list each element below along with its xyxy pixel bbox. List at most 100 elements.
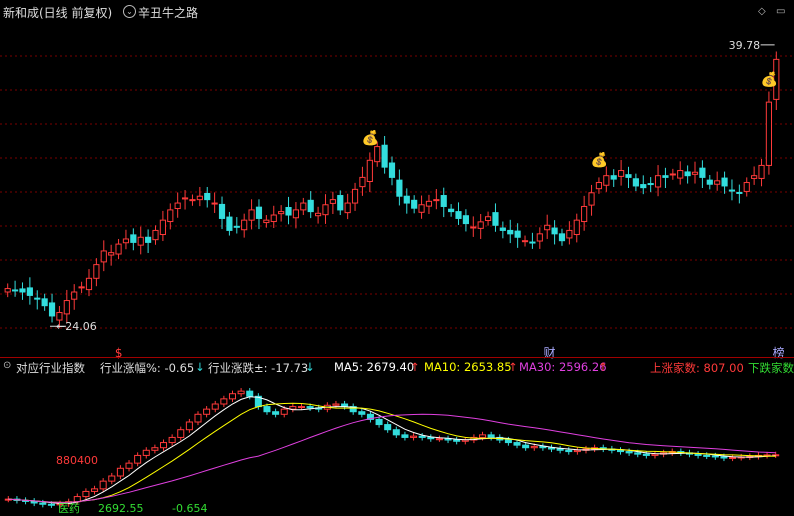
candle-body <box>167 209 174 223</box>
sub-header: ⊙ 对应行业指数 行业涨幅%: -0.65 ↓ 行业涨跌±: -17.73 ↓ … <box>0 359 794 375</box>
candle-body <box>440 195 447 207</box>
candle-body <box>270 214 277 223</box>
candle-body <box>388 162 396 178</box>
candle-body <box>616 449 625 453</box>
candle-body <box>233 225 240 228</box>
indicator-name[interactable]: 辛丑牛之路 <box>138 4 198 21</box>
candle-body <box>322 204 329 216</box>
candle-body <box>453 439 461 442</box>
candle-body <box>351 188 359 204</box>
candle-body <box>263 406 271 413</box>
candle-body <box>384 424 392 431</box>
candle-body <box>19 288 26 293</box>
candle-body <box>595 182 603 190</box>
candle-body <box>728 189 736 192</box>
candle-body <box>714 180 721 185</box>
candle-body <box>108 252 115 256</box>
candle-body <box>375 418 383 426</box>
candle-body <box>487 434 495 438</box>
candle-body <box>307 199 314 213</box>
candle-body <box>573 449 581 453</box>
candle-body <box>504 439 512 444</box>
candle-body <box>292 209 300 219</box>
stock-title: 新和成(日线 前复权) <box>3 6 113 20</box>
candle-body <box>479 434 487 438</box>
candle-body <box>484 216 492 222</box>
candle-body <box>226 216 233 231</box>
candle-body <box>765 101 773 166</box>
candle-body <box>71 291 78 300</box>
candle-body <box>203 408 211 415</box>
candle-body <box>41 298 48 307</box>
candle-body <box>300 202 307 211</box>
down-arrow-icon: ↓ <box>195 360 205 374</box>
candle-body <box>662 175 669 178</box>
candle-body <box>344 202 351 214</box>
candle-body <box>588 192 595 206</box>
candle-body <box>358 411 366 415</box>
candle-body <box>228 393 237 400</box>
candle-body <box>48 302 56 317</box>
candle-body <box>642 453 650 456</box>
candle-body <box>706 179 713 185</box>
candle-body <box>91 488 99 492</box>
industry-chart[interactable]: 880400 医药 2692.55 -0.654 <box>0 374 794 516</box>
candle-body <box>194 413 202 423</box>
candle-body <box>366 159 373 182</box>
candle-body <box>47 503 55 506</box>
candle-body <box>246 390 254 397</box>
candle-body <box>677 170 684 179</box>
candle-body <box>381 144 388 168</box>
candle-body <box>93 264 100 279</box>
candle-body <box>448 208 455 213</box>
candle-body <box>280 408 288 415</box>
up-arrow-icon: ↑ <box>508 360 518 374</box>
candle-body <box>82 490 90 498</box>
ma5-value: MA5: 2679.40 <box>334 360 415 374</box>
maximize-icon[interactable]: ▭ <box>776 6 785 17</box>
candle-body <box>285 207 292 216</box>
candle-body <box>218 203 226 219</box>
candle-body <box>435 438 443 441</box>
candle-body <box>108 475 116 482</box>
candle-body <box>4 288 11 293</box>
restore-icon[interactable]: ◇ <box>758 6 766 17</box>
candle-body <box>159 442 168 449</box>
candle-body <box>522 444 530 449</box>
candle-body <box>462 215 469 225</box>
candle-body <box>130 234 137 243</box>
candle-body <box>263 219 270 224</box>
candle-body <box>99 480 107 490</box>
low-price-label: ←24.06 <box>56 320 97 333</box>
candle-body <box>337 195 344 211</box>
candle-body <box>499 227 506 231</box>
candle-body <box>115 243 122 255</box>
candle-body <box>374 146 381 163</box>
candle-body <box>315 212 322 217</box>
candle-body <box>703 454 711 457</box>
candle-body <box>174 202 181 210</box>
candle-body <box>610 175 617 180</box>
ma30-line <box>8 413 776 503</box>
candle-body <box>151 447 159 451</box>
candle-body <box>185 421 193 431</box>
candle-body <box>134 454 142 464</box>
candle-body <box>625 174 632 178</box>
panel-menu-icon[interactable]: ⊙ <box>3 360 11 371</box>
candle-body <box>427 436 435 440</box>
index-change: -0.654 <box>172 502 207 515</box>
candle-body <box>145 236 152 243</box>
candle-body <box>329 199 336 204</box>
candle-body <box>306 406 314 409</box>
candle-body <box>100 250 107 263</box>
candle-body <box>529 241 536 244</box>
candle-body <box>651 453 659 456</box>
price-chart[interactable]: 39.78←24.06💰💰💰$ 财榜 <box>0 22 794 359</box>
candle-body <box>220 398 228 405</box>
candle-body <box>729 456 737 459</box>
chevron-down-icon[interactable]: ⌄ <box>123 5 136 18</box>
candle-body <box>684 171 691 177</box>
candle-body <box>618 170 625 177</box>
candle-body <box>410 435 418 438</box>
candle-body <box>359 176 366 188</box>
